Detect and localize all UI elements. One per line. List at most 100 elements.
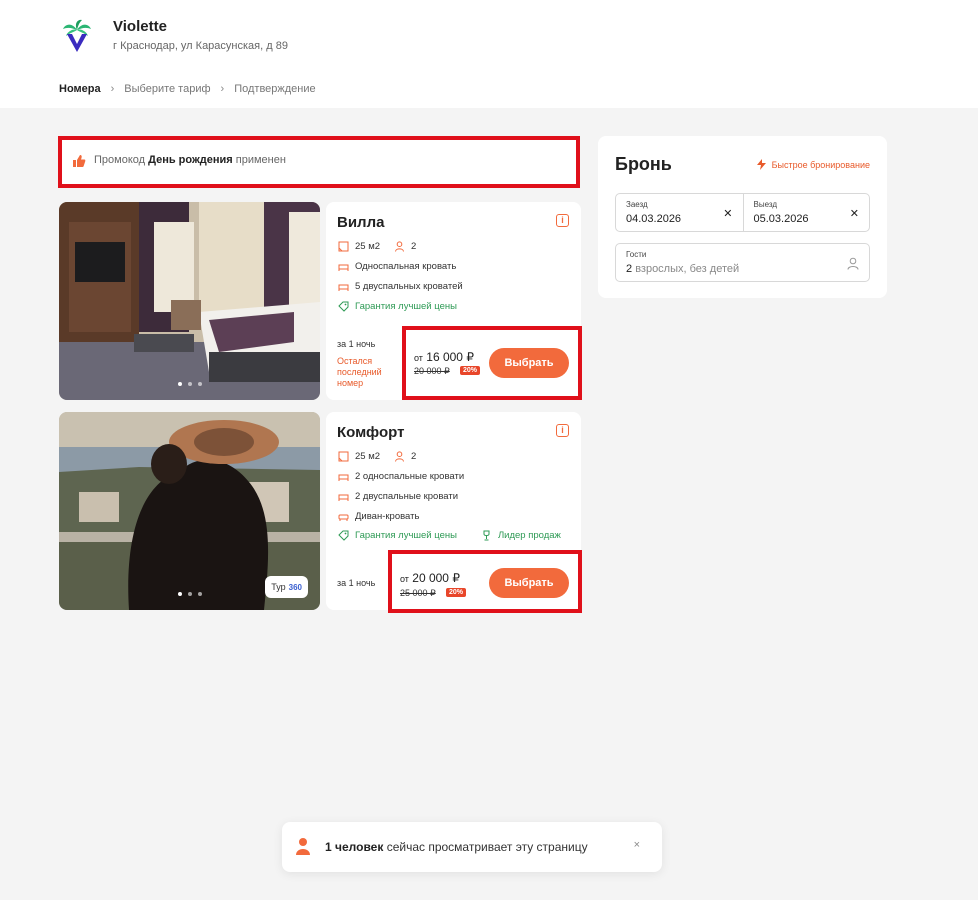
- badge-text: Гарантия лучшей цены: [355, 530, 457, 541]
- viewers-count: 1 человек: [325, 840, 384, 854]
- pagination-dot[interactable]: [177, 382, 182, 386]
- pagination-dot[interactable]: [187, 382, 192, 386]
- person-icon: [395, 451, 405, 462]
- pagination-dot[interactable]: [197, 592, 202, 596]
- room-guests: 2: [411, 451, 417, 462]
- room-badges: Гарантия лучшей цены Лидер продаж: [338, 530, 561, 541]
- checkin-label: Заезд: [626, 200, 648, 209]
- badge-text: Гарантия лучшей цены: [355, 301, 457, 312]
- price-prefix: от: [414, 353, 423, 363]
- checkin-value: 04.03.2026: [626, 213, 682, 225]
- promo-banner: Промокод День рождения применен: [58, 136, 580, 188]
- last-room-note: Остался последний номер: [337, 356, 382, 389]
- toast-message: 1 человек сейчас просматривает эту стран…: [325, 840, 588, 854]
- header: Violette г Краснодар, ул Карасунская, д …: [0, 0, 978, 108]
- person-icon: [395, 241, 405, 252]
- tag-icon: [338, 301, 349, 312]
- quick-booking-label: Быстрое бронирование: [771, 159, 870, 170]
- bed-text: 2 односпальные кровати: [355, 471, 465, 482]
- sofa-icon: [338, 514, 349, 521]
- guests-field[interactable]: Гости 2 взрослых, без детей: [615, 243, 870, 282]
- tour-360-icon: 360: [288, 582, 302, 592]
- lightning-icon: [756, 159, 766, 170]
- bed-text: 2 двуспальные кровати: [355, 491, 459, 502]
- select-button[interactable]: Выбрать: [489, 568, 569, 598]
- bed-icon: [338, 284, 349, 291]
- breadcrumb-tariff[interactable]: Выберите тариф: [124, 83, 210, 95]
- palm-logo-icon[interactable]: [62, 18, 92, 54]
- discount-badge: 20%: [460, 366, 481, 375]
- note-line: последний: [337, 367, 382, 377]
- bed-info: Диван-кровать: [338, 511, 419, 522]
- room-area: 25 м2: [355, 451, 381, 462]
- bed-info: Односпальная кровать: [338, 261, 456, 272]
- bed-icon: [338, 494, 349, 501]
- bed-text: Односпальная кровать: [355, 261, 457, 272]
- guests-count: 2: [626, 263, 633, 275]
- price-old: 25 000 ₽: [400, 588, 436, 598]
- clear-checkout-icon[interactable]: ✕: [850, 207, 859, 220]
- checkout-label: Выезд: [753, 200, 778, 209]
- booking-panel: Бронь Быстрое бронирование Заезд 04.03.2…: [598, 136, 887, 298]
- person-icon: [847, 257, 859, 270]
- info-icon[interactable]: i: [556, 214, 569, 227]
- badge-text: Лидер продаж: [497, 530, 561, 541]
- promo-text: Промокод День рождения применен: [94, 154, 286, 166]
- select-button[interactable]: Выбрать: [489, 348, 569, 378]
- price-value: 16 000 ₽: [426, 350, 474, 364]
- room-photo-comfort[interactable]: Тур 360: [59, 412, 320, 610]
- breadcrumb-confirmation[interactable]: Подтверждение: [234, 83, 315, 95]
- bed-text: 5 двуспальных кроватей: [355, 281, 463, 292]
- chevron-right-icon: ›: [110, 83, 115, 95]
- bed-icon: [338, 474, 349, 481]
- area-icon: [338, 241, 349, 252]
- photo-pagination[interactable]: [59, 382, 320, 386]
- room-photo-villa[interactable]: [59, 202, 320, 400]
- promo-suffix: применен: [235, 154, 286, 166]
- price-current: от 20 000 ₽: [400, 571, 460, 585]
- bed-info: 5 двуспальных кроватей: [338, 281, 463, 292]
- pagination-dot[interactable]: [197, 382, 202, 386]
- villa-room-image: [59, 202, 320, 400]
- trophy-icon: [483, 530, 490, 541]
- price-old: 20 000 ₽: [414, 366, 450, 376]
- bed-info: 2 односпальные кровати: [338, 471, 464, 482]
- thumbs-up-icon: [73, 155, 86, 167]
- checkout-field[interactable]: Выезд 05.03.2026 ✕: [742, 194, 870, 231]
- price-box-comfort: от 20 000 ₽ 25 000 ₽ 20% Выбрать: [388, 550, 582, 613]
- price-current: от 16 000 ₽: [414, 350, 474, 364]
- pagination-dot[interactable]: [187, 592, 192, 596]
- bed-text: Диван-кровать: [355, 511, 420, 522]
- room-guests: 2: [411, 241, 417, 252]
- date-range: Заезд 04.03.2026 ✕ Выезд 05.03.2026 ✕: [615, 193, 870, 232]
- room-size-guests: 25 м2 2: [338, 451, 416, 462]
- per-night-label: за 1 ночь: [337, 578, 376, 588]
- toast-text: сейчас просматривает эту страницу: [386, 840, 588, 854]
- guests-value: 2 взрослых, без детей: [626, 263, 739, 275]
- bed-info: 2 двуспальные кровати: [338, 491, 458, 502]
- checkin-field[interactable]: Заезд 04.03.2026 ✕: [616, 194, 743, 231]
- tour-360-button[interactable]: Тур 360: [265, 576, 308, 598]
- breadcrumb-rooms[interactable]: Номера: [59, 83, 101, 95]
- tag-icon: [338, 530, 349, 541]
- room-title: Вилла: [337, 214, 385, 231]
- quick-booking-link[interactable]: Быстрое бронирование: [756, 159, 870, 170]
- note-line: номер: [337, 378, 364, 388]
- hotel-address: г Краснодар, ул Карасунская, д 89: [113, 40, 288, 52]
- room-title: Комфорт: [337, 424, 405, 441]
- room-area: 25 м2: [355, 241, 381, 252]
- booking-title: Бронь: [615, 154, 672, 174]
- close-icon[interactable]: ×: [634, 839, 640, 851]
- price-value: 20 000 ₽: [412, 571, 460, 585]
- bed-icon: [338, 264, 349, 271]
- guests-label: Гости: [626, 250, 647, 259]
- pagination-dot[interactable]: [177, 592, 182, 596]
- price-prefix: от: [400, 574, 409, 584]
- room-size-guests: 25 м2 2: [338, 241, 416, 252]
- chevron-right-icon: ›: [220, 83, 225, 95]
- best-price-badge: Гарантия лучшей цены: [338, 301, 457, 312]
- clear-checkin-icon[interactable]: ✕: [723, 207, 732, 220]
- tour-label: Тур: [271, 582, 286, 592]
- viewers-toast: 1 человек сейчас просматривает эту стран…: [282, 822, 662, 872]
- info-icon[interactable]: i: [556, 424, 569, 437]
